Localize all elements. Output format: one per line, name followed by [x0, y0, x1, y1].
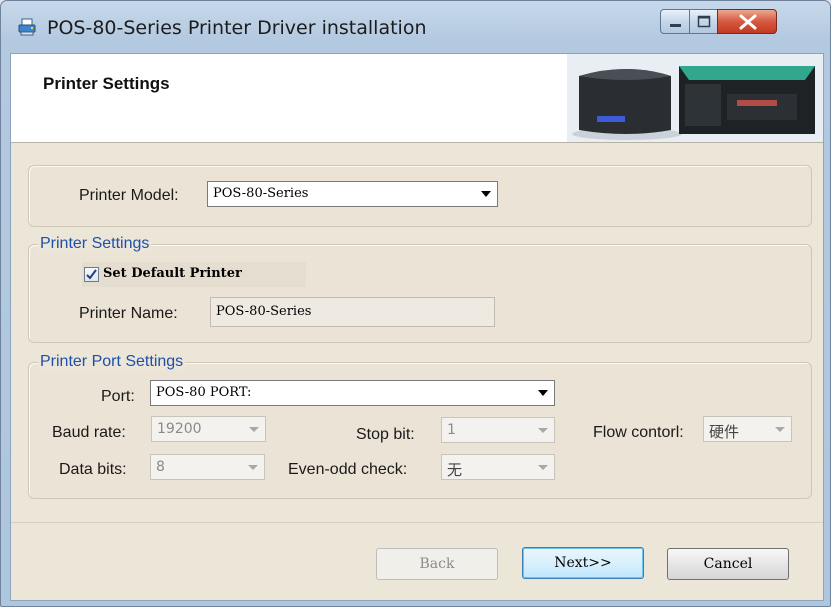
chevron-down-icon: [538, 428, 548, 433]
printer-settings-group-label: Printer Settings: [38, 235, 152, 253]
printer-model-label: Printer Model:: [79, 187, 179, 204]
port-settings-group-label: Printer Port Settings: [38, 353, 186, 371]
printer-app-icon: [17, 17, 37, 37]
port-select[interactable]: POS-80 PORT:: [150, 380, 555, 406]
page-title: Printer Settings: [43, 74, 170, 93]
even-odd-check-label: Even-odd check:: [288, 461, 408, 478]
flow-control-label: Flow contorl:: [593, 424, 684, 441]
stop-bit-select[interactable]: 1: [441, 417, 555, 443]
chevron-down-icon: [248, 465, 258, 470]
dialog-client-area: Printer Settings Printer Model: POS-80-S…: [10, 53, 824, 601]
printer-name-label: Printer Name:: [79, 305, 178, 322]
footer-divider: [11, 522, 823, 523]
chevron-down-icon: [538, 390, 548, 396]
printer-model-select[interactable]: POS-80-Series: [207, 181, 498, 207]
stop-bit-label: Stop bit:: [356, 426, 415, 443]
data-bits-label: Data bits:: [59, 461, 127, 478]
printer-settings-group: [28, 244, 812, 343]
flow-control-value: 硬件: [709, 423, 740, 441]
maximize-button[interactable]: [689, 9, 718, 34]
chevron-down-icon: [249, 427, 259, 432]
chevron-down-icon: [538, 465, 548, 470]
set-default-printer-label: Set Default Printer: [103, 266, 242, 281]
baud-rate-value: 19200: [157, 421, 202, 437]
even-odd-check-value: 无: [447, 461, 463, 479]
port-value: POS-80 PORT:: [156, 385, 252, 400]
data-bits-select[interactable]: 8: [150, 454, 265, 480]
default-printer-checkbox-area[interactable]: Set Default Printer: [82, 262, 306, 287]
cancel-button[interactable]: Cancel: [667, 548, 789, 580]
printer-photo-icon: [567, 54, 823, 142]
wizard-header: Printer Settings: [11, 54, 823, 143]
window-title: POS-80-Series Printer Driver installatio…: [47, 17, 427, 39]
set-default-printer-checkbox[interactable]: [84, 267, 99, 282]
back-button[interactable]: Back: [376, 548, 498, 580]
minimize-button[interactable]: [660, 9, 690, 34]
close-button[interactable]: [717, 9, 777, 34]
baud-rate-select[interactable]: 19200: [151, 416, 266, 442]
printer-name-value: POS-80-Series: [216, 304, 312, 319]
installer-window: POS-80-Series Printer Driver installatio…: [0, 0, 831, 607]
chevron-down-icon: [481, 191, 491, 197]
even-odd-check-select[interactable]: 无: [441, 454, 555, 480]
next-button[interactable]: Next>>: [522, 547, 644, 579]
printer-name-field[interactable]: POS-80-Series: [210, 297, 495, 327]
port-label: Port:: [101, 388, 135, 405]
stop-bit-value: 1: [447, 422, 456, 438]
title-bar[interactable]: POS-80-Series Printer Driver installatio…: [1, 1, 830, 53]
flow-control-select[interactable]: 硬件: [703, 416, 792, 442]
baud-rate-label: Baud rate:: [52, 424, 126, 441]
printer-model-value: POS-80-Series: [213, 186, 309, 201]
chevron-down-icon: [775, 427, 785, 432]
data-bits-value: 8: [156, 459, 165, 475]
